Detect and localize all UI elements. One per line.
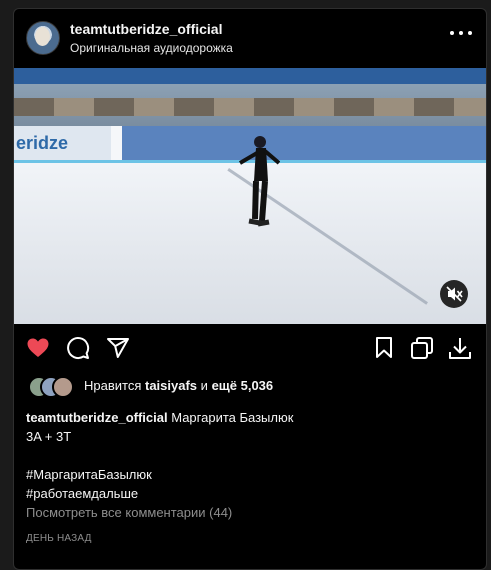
post-header: teamtutberidze_official Оригинальная ауд… [14, 9, 486, 68]
likes-row: Нравится taisiyafs и ещё 5,036 [28, 376, 468, 398]
likes-prefix: Нравится [84, 378, 142, 393]
likes-user[interactable]: taisiyafs [145, 378, 197, 393]
likes-and: и [200, 378, 208, 393]
caption-line: 3A + 3T [26, 429, 72, 444]
likes-count[interactable]: Нравится taisiyafs и ещё 5,036 [84, 378, 273, 393]
skater-figure [238, 136, 280, 227]
view-comments-link[interactable]: Посмотреть все комментарии (44) [26, 505, 232, 520]
heart-icon[interactable] [26, 336, 50, 360]
bookmark-icon[interactable] [372, 336, 396, 360]
send-icon[interactable] [106, 336, 130, 360]
muted-speaker-icon[interactable] [440, 280, 468, 308]
arena-stands [14, 68, 486, 126]
hashtag[interactable]: #МаргаритаБазылюк [26, 465, 476, 484]
caption-title: Маргарита Базылюк [171, 410, 294, 425]
avatar[interactable] [26, 21, 60, 55]
hashtag[interactable]: #работаемдальше [26, 484, 476, 503]
post-username[interactable]: teamtutberidze_official [70, 21, 222, 37]
rink-banner: eridze [14, 126, 111, 160]
likes-rest[interactable]: ещё 5,036 [212, 378, 274, 393]
audio-link[interactable]: Оригинальная аудиодорожка [70, 41, 233, 55]
action-bar [14, 324, 486, 372]
liker-avatar[interactable] [52, 376, 74, 398]
repost-icon[interactable] [410, 336, 434, 360]
post-caption: teamtutberidze_official Маргарита Базылю… [26, 408, 476, 503]
rink-banner-blue [122, 126, 486, 160]
download-icon[interactable] [448, 336, 472, 360]
post-timestamp: ДЕНЬ НАЗАД [26, 533, 92, 544]
video-player[interactable]: eridze [14, 68, 486, 324]
comment-icon[interactable] [66, 336, 90, 360]
more-options-icon[interactable] [450, 27, 472, 39]
post-card: teamtutberidze_official Оригинальная ауд… [13, 8, 487, 570]
caption-author[interactable]: teamtutberidze_official [26, 410, 168, 425]
